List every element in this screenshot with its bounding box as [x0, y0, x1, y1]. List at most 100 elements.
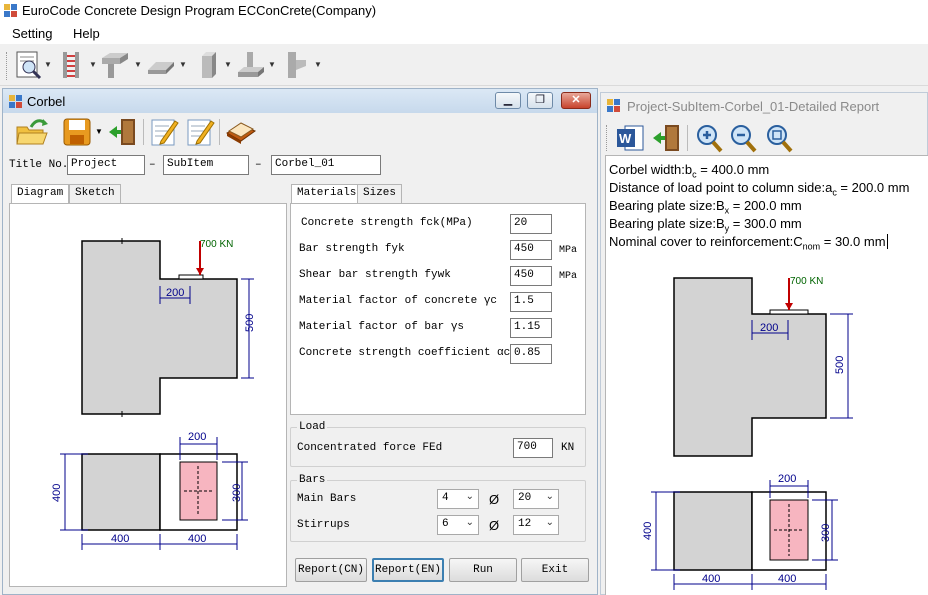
dimension-label: 500	[834, 356, 846, 374]
subitem-field[interactable]: SubItem	[163, 155, 249, 175]
column-plan	[673, 491, 753, 571]
exit-button[interactable]: Exit	[521, 558, 589, 582]
slab-icon[interactable]	[146, 50, 176, 80]
bearing-plate	[178, 274, 204, 280]
report-line: Corbel width:bc = 400.0 mm	[609, 162, 769, 180]
tab-materials[interactable]: Materials	[291, 184, 363, 205]
report-text: Nominal cover to reinforcement:C	[609, 234, 803, 249]
footing-icon[interactable]	[236, 50, 266, 80]
report-diagram: 700 KN 200 500 200 400 300 400 400	[642, 276, 853, 590]
main-bars-count-select[interactable]: 4 ⌄	[437, 489, 479, 509]
menu-setting[interactable]: Setting	[12, 26, 52, 41]
open-folder-icon[interactable]	[15, 117, 49, 147]
report-preview-icon[interactable]	[14, 50, 44, 80]
stirrups-dia-select[interactable]: 12 ⌄	[513, 515, 559, 535]
app-logo-icon	[607, 99, 620, 112]
report-text: Bearing plate size:B	[609, 216, 725, 231]
materials-panel: Concrete strength fck(MPa) 20 Bar streng…	[290, 203, 586, 415]
close-button[interactable]: ✕	[561, 92, 591, 109]
dropdown-arrow-icon[interactable]: ▼	[89, 60, 97, 69]
dimension-label: 400	[111, 533, 129, 545]
exit-door-icon[interactable]	[107, 118, 137, 146]
material-label: Concrete strength coefficient αcc	[299, 347, 517, 359]
beam-section-icon[interactable]	[100, 50, 130, 80]
material-label: Bar strength fyk	[299, 243, 405, 255]
tab-diagram[interactable]: Diagram	[11, 184, 70, 205]
bearing-plate	[769, 309, 809, 315]
corbel-icon[interactable]	[282, 50, 312, 80]
alpha-cc-input[interactable]: 0.85	[510, 344, 552, 364]
zoom-in-icon[interactable]	[695, 123, 723, 153]
menu-help[interactable]: Help	[73, 26, 100, 41]
run-button[interactable]: Run	[449, 558, 517, 582]
unit-label: MPa	[559, 245, 578, 256]
dimension-label: 400	[702, 573, 720, 585]
stirrups-count-select[interactable]: 6 ⌄	[437, 515, 479, 535]
corbel-window-title: Corbel	[27, 94, 66, 109]
toolbar-grip	[6, 52, 8, 80]
corbel-diagram: 700 KN 200 500 200 400 300 400 400	[51, 238, 256, 550]
edit-note-2-icon[interactable]	[185, 117, 215, 147]
dimension-label: 300	[820, 524, 832, 542]
zoom-fit-icon[interactable]	[765, 123, 793, 153]
report-line: Nominal cover to reinforcement:Cnom = 30…	[609, 234, 888, 252]
fck-input[interactable]: 20	[510, 214, 552, 234]
fywk-input[interactable]: 450	[510, 266, 552, 286]
exit-door-icon[interactable]	[651, 123, 681, 153]
dropdown-arrow-icon[interactable]: ▼	[134, 60, 142, 69]
report-text: Bearing plate size:B	[609, 198, 725, 213]
corbel-id-field[interactable]: Corbel_01	[271, 155, 381, 175]
column-ladder-icon[interactable]	[58, 50, 88, 80]
toolbar-separator	[143, 119, 144, 145]
main-bars-dia-select[interactable]: 20 ⌄	[513, 489, 559, 509]
book-icon[interactable]	[225, 119, 257, 145]
diameter-symbol: Ø	[489, 518, 500, 533]
material-label: Concrete strength fck(MPa)	[301, 217, 473, 229]
load-label: 700 KN	[790, 276, 823, 287]
dropdown-arrow-icon[interactable]: ▼	[95, 127, 103, 136]
column-icon[interactable]	[194, 50, 224, 80]
dropdown-arrow-icon[interactable]: ▼	[44, 60, 52, 69]
menubar	[0, 22, 928, 44]
report-window-titlebar[interactable]: Project-SubItem-Corbel_01-Detailed Repor…	[601, 93, 927, 117]
dropdown-arrow-icon[interactable]: ▼	[179, 60, 187, 69]
load-group: Load Concentrated force FEd 700 KN	[290, 421, 586, 467]
dimension-label: 400	[778, 573, 796, 585]
corbel-window-titlebar[interactable]: Corbel ▁ ❐ ✕	[3, 89, 597, 113]
select-value: 12	[518, 518, 532, 530]
load-group-title: Load	[297, 421, 328, 433]
report-window: Project-SubItem-Corbel_01-Detailed Repor…	[600, 92, 928, 595]
gamma-s-input[interactable]: 1.15	[510, 318, 552, 338]
dropdown-arrow-icon[interactable]: ▼	[224, 60, 232, 69]
fyk-input[interactable]: 450	[510, 240, 552, 260]
report-en-button[interactable]: Report(EN)	[372, 558, 444, 582]
dimension-label: 400	[642, 522, 654, 540]
dropdown-arrow-icon[interactable]: ▼	[314, 60, 322, 69]
report-cn-button[interactable]: Report(CN)	[295, 558, 367, 582]
dropdown-arrow-icon[interactable]: ▼	[268, 60, 276, 69]
diagram-panel: 700 KN 200 500 200 400 300 400 400	[9, 203, 287, 587]
maximize-button[interactable]: ❐	[527, 92, 553, 109]
unit-label: KN	[561, 442, 575, 454]
report-text: Corbel width:b	[609, 162, 693, 177]
save-icon[interactable]	[63, 118, 91, 146]
app-titlebar: EuroCode Concrete Design Program ECConCr…	[0, 0, 928, 22]
tab-sketch[interactable]: Sketch	[69, 184, 121, 203]
tab-sizes[interactable]: Sizes	[357, 184, 403, 203]
report-text: = 30.0 mm	[820, 234, 886, 249]
text-cursor: ​	[886, 234, 888, 249]
dimension-label: 400	[51, 484, 63, 502]
dimension-label: 200	[778, 473, 796, 485]
minimize-button[interactable]: ▁	[495, 92, 521, 109]
report-content[interactable]: Corbel width:bc = 400.0 mm Distance of l…	[605, 155, 928, 595]
word-export-icon[interactable]: W	[615, 123, 645, 153]
material-label: Shear bar strength fywk	[299, 269, 451, 281]
project-field[interactable]: Project	[67, 155, 145, 175]
gamma-c-input[interactable]: 1.5	[510, 292, 552, 312]
chevron-down-icon: ⌄	[545, 492, 554, 503]
zoom-out-icon[interactable]	[729, 123, 757, 153]
edit-note-icon[interactable]	[149, 117, 179, 147]
toolbar-separator	[687, 125, 688, 151]
app-logo-icon	[4, 4, 17, 17]
load-input[interactable]: 700	[513, 438, 553, 458]
